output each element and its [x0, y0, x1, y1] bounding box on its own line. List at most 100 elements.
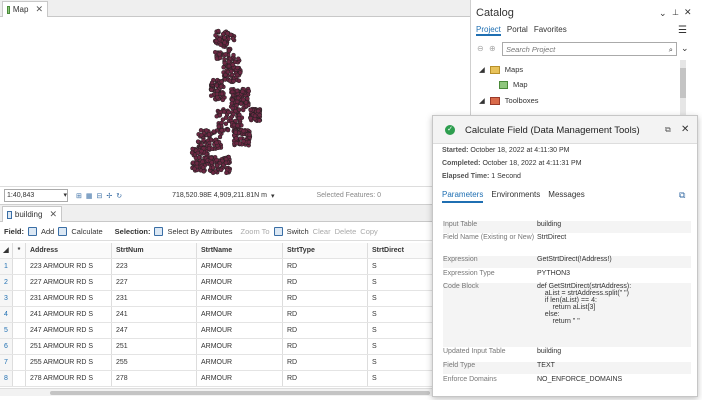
cell-strttype[interactable]: RD	[283, 275, 368, 290]
tree-item-map[interactable]: Map	[499, 80, 528, 89]
cell-strtnum[interactable]: 231	[112, 291, 197, 306]
row-selector[interactable]	[13, 259, 26, 274]
tab-environments[interactable]: Environments	[491, 190, 540, 203]
cell-strtname[interactable]: ARMOUR	[197, 323, 283, 338]
row-number[interactable]: 2	[0, 275, 13, 290]
table-row[interactable]: 6 251 ARMOUR RD S 251 ARMOUR RD S	[0, 339, 432, 355]
clear-button[interactable]: Clear	[313, 227, 331, 236]
row-number[interactable]: 3	[0, 291, 13, 306]
cell-strtname[interactable]: ARMOUR	[197, 291, 283, 306]
cell-strttype[interactable]: RD	[283, 339, 368, 354]
column-header-strtdirect[interactable]: StrtDirect	[368, 243, 432, 258]
cell-strttype[interactable]: RD	[283, 371, 368, 386]
cell-address[interactable]: 278 ARMOUR RD S	[26, 371, 112, 386]
tab-favorites[interactable]: Favorites	[534, 25, 567, 36]
cell-address[interactable]: 255 ARMOUR RD S	[26, 355, 112, 370]
scroll-thumb[interactable]	[680, 68, 686, 98]
row-selector[interactable]	[13, 323, 26, 338]
copy-button[interactable]: Copy	[360, 227, 378, 236]
row-number[interactable]: 6	[0, 339, 13, 354]
cell-strtnum[interactable]: 251	[112, 339, 197, 354]
tab-messages[interactable]: Messages	[548, 190, 584, 203]
cell-strtnum[interactable]: 227	[112, 275, 197, 290]
table-icon[interactable]: ▦	[86, 192, 93, 200]
cell-strtnum[interactable]: 223	[112, 259, 197, 274]
table-row[interactable]: 4 241 ARMOUR RD S 241 ARMOUR RD S	[0, 307, 432, 323]
table-row[interactable]: 1 223 ARMOUR RD S 223 ARMOUR RD S	[0, 259, 432, 275]
close-icon[interactable]: ✕	[681, 124, 689, 135]
cell-strtname[interactable]: ARMOUR	[197, 307, 283, 322]
cell-strttype[interactable]: RD	[283, 355, 368, 370]
tree-item-maps[interactable]: ◢ Maps	[479, 65, 523, 74]
forward-icon[interactable]: ⊕	[489, 44, 496, 53]
row-selector[interactable]	[13, 307, 26, 322]
tab-portal[interactable]: Portal	[507, 25, 528, 36]
cell-strtname[interactable]: ARMOUR	[197, 259, 283, 274]
chevron-down-icon[interactable]: ▾	[271, 192, 275, 200]
row-header-corner[interactable]: ◢	[0, 243, 13, 258]
row-selector[interactable]	[13, 275, 26, 290]
select-by-attributes-button[interactable]: Select By Attributes	[167, 227, 232, 236]
row-number[interactable]: 8	[0, 371, 13, 386]
cell-strttype[interactable]: RD	[283, 259, 368, 274]
table-row[interactable]: 8 278 ARMOUR RD S 278 ARMOUR RD S	[0, 371, 432, 387]
cell-strtdirect[interactable]: S	[368, 275, 432, 290]
expand-icon[interactable]: ◢	[479, 96, 485, 105]
delete-button[interactable]: Delete	[335, 227, 357, 236]
cell-strttype[interactable]: RD	[283, 291, 368, 306]
cell-strtname[interactable]: ARMOUR	[197, 339, 283, 354]
cell-strtdirect[interactable]: S	[368, 259, 432, 274]
tree-item-toolboxes[interactable]: ◢ Toolboxes	[479, 96, 539, 105]
scale-selector[interactable]: 1:40,843 ▾	[4, 189, 68, 202]
cell-strtdirect[interactable]: S	[368, 323, 432, 338]
tab-project[interactable]: Project	[476, 25, 501, 36]
cell-strtname[interactable]: ARMOUR	[197, 371, 283, 386]
calculate-field-button[interactable]: Calculate	[71, 227, 102, 236]
cell-strttype[interactable]: RD	[283, 323, 368, 338]
cell-strtname[interactable]: ARMOUR	[197, 355, 283, 370]
back-icon[interactable]: ⊖	[477, 44, 484, 53]
row-number[interactable]: 1	[0, 259, 13, 274]
table-row[interactable]: 7 255 ARMOUR RD S 255 ARMOUR RD S	[0, 355, 432, 371]
cell-strtnum[interactable]: 278	[112, 371, 197, 386]
chevron-down-icon[interactable]: ⌄	[659, 8, 667, 19]
pin-icon[interactable]: ⊥	[672, 8, 679, 17]
cell-address[interactable]: 241 ARMOUR RD S	[26, 307, 112, 322]
refresh-icon[interactable]: ↻	[116, 192, 122, 200]
chevron-down-icon[interactable]: ⌄	[681, 43, 689, 54]
switch-button[interactable]: Switch	[287, 227, 309, 236]
row-selector[interactable]	[13, 291, 26, 306]
close-icon[interactable]: ✕	[684, 7, 692, 18]
column-header-address[interactable]: Address	[26, 243, 112, 258]
row-selector[interactable]	[13, 371, 26, 386]
cell-strtnum[interactable]: 255	[112, 355, 197, 370]
sort-column[interactable]: *	[13, 243, 26, 258]
cell-strtnum[interactable]: 247	[112, 323, 197, 338]
cell-strtdirect[interactable]: S	[368, 355, 432, 370]
cell-strttype[interactable]: RD	[283, 307, 368, 322]
expand-icon[interactable]: ◢	[479, 65, 485, 74]
catalog-scrollbar[interactable]	[680, 60, 686, 116]
cell-address[interactable]: 251 ARMOUR RD S	[26, 339, 112, 354]
constraint-icon[interactable]: ✢	[106, 192, 112, 200]
row-number[interactable]: 7	[0, 355, 13, 370]
column-header-strtname[interactable]: StrtName	[197, 243, 283, 258]
search-input[interactable]: Search Project ⌕	[502, 42, 677, 56]
cell-address[interactable]: 231 ARMOUR RD S	[26, 291, 112, 306]
map-tab[interactable]: Map ✕	[2, 1, 48, 17]
cell-address[interactable]: 227 ARMOUR RD S	[26, 275, 112, 290]
scroll-thumb[interactable]	[50, 391, 430, 395]
cell-strtdirect[interactable]: S	[368, 371, 432, 386]
cell-strtdirect[interactable]: S	[368, 307, 432, 322]
cell-strtdirect[interactable]: S	[368, 339, 432, 354]
menu-icon[interactable]: ☰	[678, 25, 687, 36]
grid-icon[interactable]: ⊞	[76, 192, 82, 200]
cell-address[interactable]: 247 ARMOUR RD S	[26, 323, 112, 338]
snapping-icon[interactable]: ⊟	[97, 192, 103, 200]
tab-parameters[interactable]: Parameters	[442, 190, 484, 203]
column-header-strttype[interactable]: StrtType	[283, 243, 368, 258]
close-icon[interactable]: ✕	[49, 209, 57, 220]
close-icon[interactable]: ✕	[35, 4, 43, 15]
row-number[interactable]: 4	[0, 307, 13, 322]
cell-address[interactable]: 223 ARMOUR RD S	[26, 259, 112, 274]
